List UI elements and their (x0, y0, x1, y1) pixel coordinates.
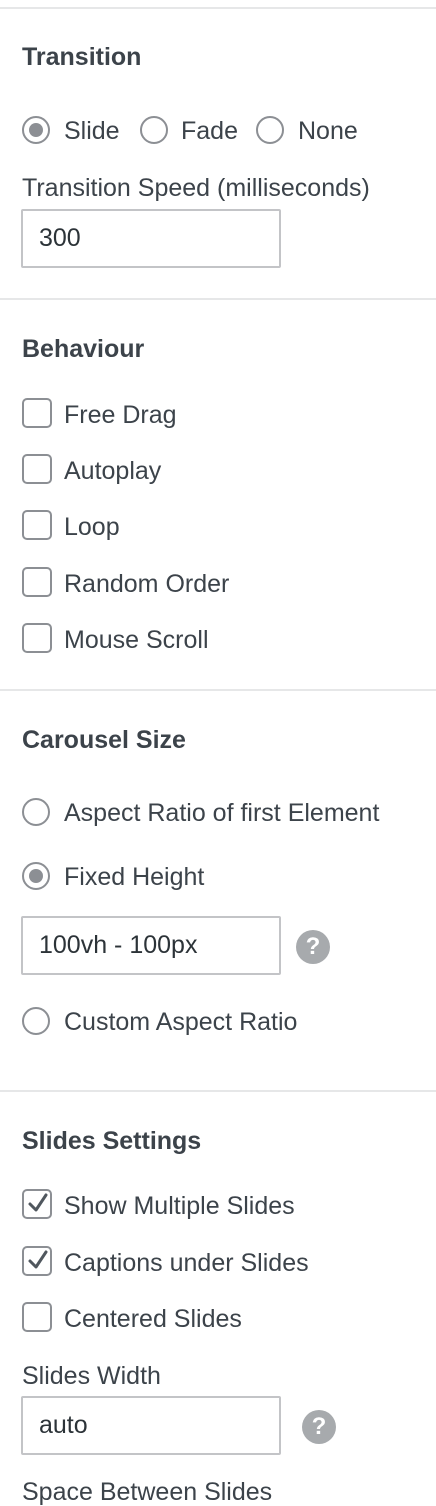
checkbox-mouse-scroll-label: Mouse Scroll (64, 626, 209, 654)
slides-width-label: Slides Width (22, 1362, 161, 1390)
checkbox-captions-under-slides-label: Captions under Slides (64, 1249, 309, 1277)
divider-transition (0, 298, 436, 300)
radio-aspect-ratio-first[interactable] (22, 798, 50, 826)
radio-slide[interactable] (22, 116, 50, 144)
slides-width-input[interactable] (21, 1396, 281, 1455)
divider-carousel-size (0, 1090, 436, 1092)
checkbox-random-order[interactable] (22, 567, 52, 597)
checkmark-icon (28, 1250, 48, 1269)
checkbox-loop[interactable] (22, 510, 52, 540)
radio-fixed-height[interactable] (22, 862, 50, 890)
checkbox-show-multiple-slides-label: Show Multiple Slides (64, 1192, 295, 1220)
radio-fixed-height-label: Fixed Height (64, 863, 205, 891)
transition-speed-input[interactable] (21, 209, 281, 268)
transition-speed-label: Transition Speed (milliseconds) (22, 174, 370, 202)
slides-settings-heading: Slides Settings (22, 1127, 202, 1155)
transition-heading: Transition (22, 43, 142, 71)
space-between-slides-label: Space Between Slides (22, 1478, 273, 1506)
radio-custom-aspect-ratio-label: Custom Aspect Ratio (64, 1008, 298, 1036)
checkbox-centered-slides[interactable] (22, 1302, 52, 1332)
checkbox-loop-label: Loop (64, 513, 120, 541)
checkmark-icon (28, 1193, 48, 1212)
divider-behaviour (0, 689, 436, 691)
checkbox-random-order-label: Random Order (64, 570, 230, 598)
checkbox-autoplay-label: Autoplay (64, 457, 162, 485)
checkbox-centered-slides-label: Centered Slides (64, 1305, 242, 1333)
behaviour-heading: Behaviour (22, 335, 145, 363)
checkbox-autoplay[interactable] (22, 454, 52, 484)
divider-top (0, 7, 436, 9)
fixed-height-input[interactable] (21, 916, 281, 975)
radio-fade-label: Fade (181, 117, 238, 145)
radio-slide-label: Slide (64, 117, 120, 145)
radio-none-label: None (298, 117, 358, 145)
radio-custom-aspect-ratio[interactable] (22, 1007, 50, 1035)
checkbox-mouse-scroll[interactable] (22, 623, 52, 653)
radio-none[interactable] (256, 116, 284, 144)
checkbox-show-multiple-slides[interactable] (22, 1189, 52, 1219)
radio-fade[interactable] (140, 116, 168, 144)
slides-width-help-icon[interactable]: ? (302, 1410, 336, 1444)
checkbox-captions-under-slides[interactable] (22, 1246, 52, 1276)
checkbox-free-drag-label: Free Drag (64, 401, 177, 429)
carousel-size-heading: Carousel Size (22, 726, 186, 754)
fixed-height-help-icon[interactable]: ? (296, 930, 330, 964)
checkbox-free-drag[interactable] (22, 398, 52, 428)
radio-aspect-ratio-first-label: Aspect Ratio of first Element (64, 799, 380, 827)
